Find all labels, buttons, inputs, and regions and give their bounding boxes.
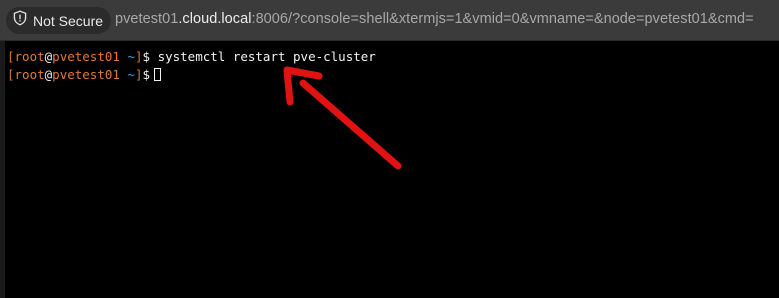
site-security-chip[interactable]: Not Secure: [6, 7, 112, 34]
terminal-line: [root@pvetest01 ~]$: [7, 67, 162, 83]
url-path-query: :8006/?console=shell&xtermjs=1&vmid=0&vm…: [251, 11, 754, 27]
shield-warning-icon: [12, 10, 28, 31]
prompt-host: pvetest01: [52, 67, 120, 82]
prompt-bracket-open: [: [7, 49, 15, 64]
url-host-prefix: pvetest01: [115, 11, 179, 27]
prompt-symbol: $: [142, 49, 158, 64]
address-bar[interactable]: Not Secure pvetest01.cloud.local:8006/?c…: [0, 0, 779, 41]
terminal-cursor[interactable]: [154, 68, 162, 81]
prompt-host: pvetest01: [52, 49, 120, 64]
terminal-line: [root@pvetest01 ~]$ systemctl restart pv…: [7, 49, 376, 65]
prompt-user: root: [14, 49, 45, 64]
url-host-domain: .cloud.local: [178, 11, 252, 27]
prompt-user: root: [14, 67, 45, 82]
prompt-path: ~: [119, 49, 135, 64]
command-text: systemctl restart pve-cluster: [157, 49, 376, 64]
url-text[interactable]: pvetest01.cloud.local:8006/?console=shel…: [115, 11, 754, 27]
prompt-bracket-open: [: [7, 67, 15, 82]
terminal-console[interactable]: [root@pvetest01 ~]$ systemctl restart pv…: [5, 41, 779, 298]
prompt-symbol: $: [142, 67, 151, 82]
not-secure-label: Not Secure: [33, 12, 104, 29]
prompt-path: ~: [119, 67, 135, 82]
prompt-bracket-close: ]: [134, 67, 143, 82]
prompt-bracket-close: ]: [134, 49, 143, 64]
